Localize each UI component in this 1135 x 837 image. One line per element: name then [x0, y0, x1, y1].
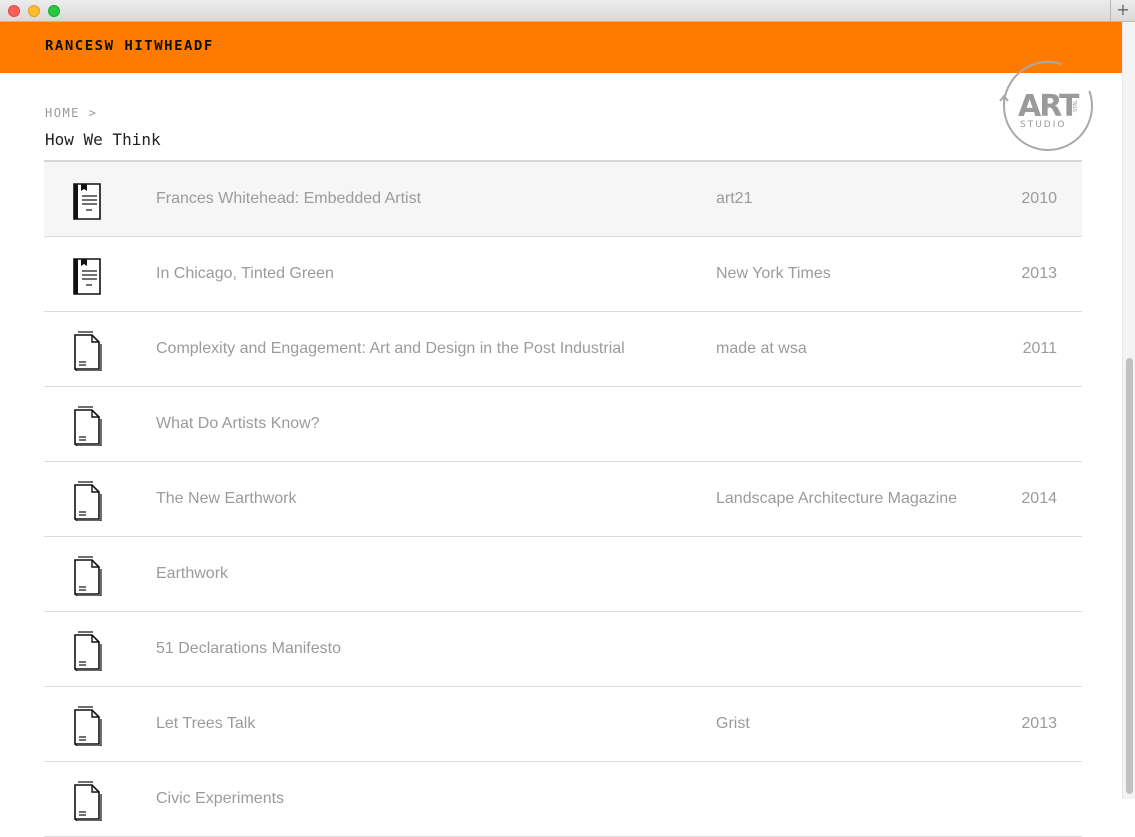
- publication-title[interactable]: The New Earthwork: [156, 490, 297, 508]
- publication-year: 2011: [1022, 340, 1057, 357]
- publication-row[interactable]: Civic Experiments: [44, 762, 1082, 837]
- publication-row[interactable]: Earthwork: [44, 537, 1082, 612]
- site-header: RANCESW HITWHEADF: [0, 22, 1122, 73]
- publication-row[interactable]: Complexity and Engagement: Art and Desig…: [44, 312, 1082, 387]
- document-icon: [72, 556, 104, 597]
- publication-row[interactable]: What Do Artists Know?: [44, 387, 1082, 462]
- logo-art-text: ART: [1018, 89, 1080, 124]
- publication-source: art21: [716, 190, 753, 207]
- book-icon: [72, 181, 104, 221]
- publications-list: Frances Whitehead: Embedded Artist art21 2…: [44, 160, 1082, 837]
- publication-year: 2013: [1021, 715, 1057, 732]
- publication-year: 2014: [1021, 490, 1057, 507]
- publication-title[interactable]: 51 Declarations Manifesto: [156, 640, 341, 658]
- publication-title[interactable]: Frances Whitehead: Embedded Artist: [156, 190, 421, 208]
- publication-source: Grist: [716, 715, 750, 732]
- scrollbar[interactable]: [1122, 22, 1135, 799]
- publication-title[interactable]: Let Trees Talk: [156, 715, 255, 733]
- publication-row[interactable]: Frances Whitehead: Embedded Artist art21 2…: [44, 162, 1082, 237]
- publication-source: New York Times: [716, 265, 831, 282]
- publication-title[interactable]: Complexity and Engagement: Art and Desig…: [156, 340, 625, 358]
- publication-row[interactable]: Let Trees Talk Grist 2013: [44, 687, 1082, 762]
- window-titlebar: +: [0, 0, 1135, 22]
- document-icon: [72, 706, 104, 747]
- logo-small-text: STAL: [1073, 100, 1079, 112]
- document-icon: [72, 406, 104, 447]
- art-studio-logo[interactable]: ART STUDIO STAL: [996, 56, 1096, 156]
- breadcrumb-home-link[interactable]: HOME >: [45, 106, 97, 120]
- document-icon: [72, 481, 104, 522]
- publication-row[interactable]: In Chicago, Tinted Green New York Times 20…: [44, 237, 1082, 312]
- document-icon: [72, 331, 104, 372]
- logo-studio-text: STUDIO: [1020, 120, 1066, 130]
- breadcrumb: HOME >: [45, 106, 97, 120]
- maximize-window-button[interactable]: [48, 5, 60, 17]
- publication-row[interactable]: The New Earthwork Landscape Architecture …: [44, 462, 1082, 537]
- publication-year: 2010: [1021, 190, 1057, 207]
- scrollbar-thumb[interactable]: [1126, 358, 1133, 794]
- page-title: How We Think: [45, 130, 161, 149]
- publication-row[interactable]: 51 Declarations Manifesto: [44, 612, 1082, 687]
- book-icon: [72, 256, 104, 296]
- new-tab-button[interactable]: +: [1110, 0, 1135, 21]
- publication-source: Landscape Architecture Magazine: [716, 490, 958, 507]
- publication-source: made at wsa: [716, 340, 807, 357]
- publication-title[interactable]: In Chicago, Tinted Green: [156, 265, 334, 283]
- document-icon: [72, 631, 104, 672]
- minimize-window-button[interactable]: [28, 5, 40, 17]
- publication-title[interactable]: What Do Artists Know?: [156, 415, 320, 433]
- publication-year: 2013: [1021, 265, 1057, 282]
- close-window-button[interactable]: [8, 5, 20, 17]
- document-icon: [72, 781, 104, 822]
- site-name-link[interactable]: RANCESW HITWHEADF: [45, 38, 214, 53]
- publication-title[interactable]: Earthwork: [156, 565, 228, 583]
- publication-title[interactable]: Civic Experiments: [156, 790, 284, 808]
